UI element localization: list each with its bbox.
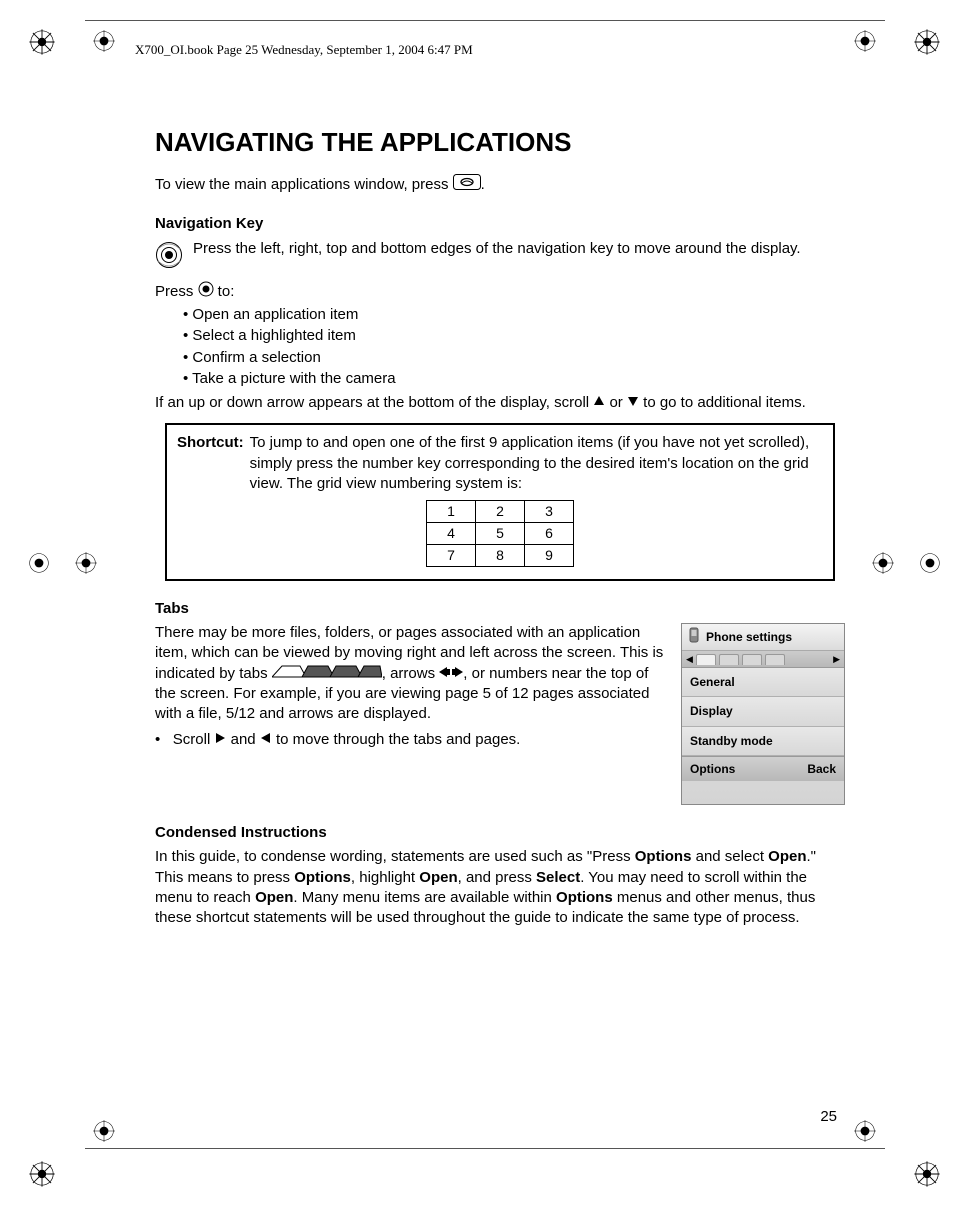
left-arrow-icon: [260, 730, 272, 750]
text: . Many menu items are available within: [293, 889, 556, 906]
phone-menu-item: Standby mode: [682, 727, 844, 756]
up-arrow-icon: [593, 393, 605, 413]
text: Press: [155, 283, 198, 300]
text: and select: [691, 848, 768, 865]
grid-cell: 1: [427, 501, 476, 523]
crop-line: [85, 1148, 885, 1149]
grid-cell: 3: [525, 501, 574, 523]
grid-cell: 5: [476, 523, 525, 545]
crop-mark-icon: [93, 1120, 115, 1142]
list-item: Take a picture with the camera: [183, 369, 845, 389]
grid-numbering-table: 123 456 789: [426, 500, 574, 567]
crop-mark-icon: [919, 552, 941, 574]
grid-cell: 9: [525, 544, 574, 566]
phone-tabs-row: ◀ ▶: [682, 651, 844, 668]
condensed-paragraph: In this guide, to condense wording, stat…: [155, 847, 845, 928]
shortcut-label: Shortcut:: [177, 433, 244, 494]
registration-mark-icon: [28, 1160, 56, 1188]
right-arrow-icon: [214, 730, 226, 750]
press-to-list: Open an application item Select a highli…: [183, 305, 845, 389]
text: and: [231, 732, 260, 749]
tabs-paragraph: There may be more files, folders, or pag…: [155, 623, 665, 724]
crop-mark-icon: [75, 552, 97, 574]
shortcut-text: To jump to and open one of the first 9 a…: [250, 433, 823, 494]
text: Options: [635, 848, 692, 865]
navigation-key-icon: [155, 241, 183, 275]
page-title: NAVIGATING THE APPLICATIONS: [155, 125, 845, 160]
text: To view the main applications window, pr…: [155, 176, 453, 193]
tabs-heading: Tabs: [155, 599, 845, 619]
tabs-icon: [272, 664, 382, 684]
text: Options: [556, 889, 613, 906]
list-item: Open an application item: [183, 305, 845, 325]
crop-mark-icon: [854, 30, 876, 52]
text: , highlight: [351, 869, 419, 886]
page-number: 25: [820, 1108, 837, 1125]
condensed-heading: Condensed Instructions: [155, 823, 845, 843]
crop-mark-icon: [28, 552, 50, 574]
down-arrow-icon: [627, 393, 639, 413]
intro-text: To view the main applications window, pr…: [155, 174, 845, 196]
tabs-bullet: • Scroll and to move through the tabs an…: [155, 730, 665, 750]
text: to:: [214, 283, 235, 300]
phone-menu-item: General: [682, 668, 844, 697]
crop-mark-icon: [872, 552, 894, 574]
press-to-text: Press to:: [155, 281, 845, 303]
text: Options: [294, 869, 351, 886]
phone-icon: [686, 627, 702, 647]
text: In this guide, to condense wording, stat…: [155, 848, 635, 865]
text: .: [481, 176, 485, 193]
phone-settings-screenshot: Phone settings ◀ ▶ General Display Stand…: [681, 623, 845, 805]
apps-key-icon: [453, 174, 481, 196]
softkey-right: Back: [807, 761, 836, 777]
text: , and press: [458, 869, 536, 886]
grid-cell: 4: [427, 523, 476, 545]
text: Scroll: [173, 732, 215, 749]
text: or: [609, 394, 627, 411]
list-item: Select a highlighted item: [183, 326, 845, 346]
grid-cell: 2: [476, 501, 525, 523]
grid-cell: 7: [427, 544, 476, 566]
softkey-left: Options: [690, 761, 735, 777]
center-key-icon: [198, 281, 214, 303]
text: , arrows: [382, 665, 440, 682]
grid-cell: 8: [476, 544, 525, 566]
text: Open: [768, 848, 806, 865]
text: to go to additional items.: [643, 394, 806, 411]
phone-title: Phone settings: [706, 629, 792, 645]
list-item: Confirm a selection: [183, 348, 845, 368]
nav-key-desc: Press the left, right, top and bottom ed…: [193, 239, 801, 259]
phone-menu-item: Display: [682, 697, 844, 726]
text: to move through the tabs and pages.: [276, 732, 520, 749]
left-right-arrows-icon: [439, 664, 463, 684]
text: If an up or down arrow appears at the bo…: [155, 394, 593, 411]
scroll-note: If an up or down arrow appears at the bo…: [155, 393, 845, 413]
shortcut-box: Shortcut: To jump to and open one of the…: [165, 423, 835, 580]
registration-mark-icon: [913, 1160, 941, 1188]
page-header: X700_OI.book Page 25 Wednesday, Septembe…: [85, 20, 473, 58]
text: Open: [255, 889, 293, 906]
crop-mark-icon: [854, 1120, 876, 1142]
text: Select: [536, 869, 580, 886]
registration-mark-icon: [913, 28, 941, 56]
grid-cell: 6: [525, 523, 574, 545]
nav-key-heading: Navigation Key: [155, 214, 845, 234]
text: Open: [419, 869, 457, 886]
registration-mark-icon: [28, 28, 56, 56]
